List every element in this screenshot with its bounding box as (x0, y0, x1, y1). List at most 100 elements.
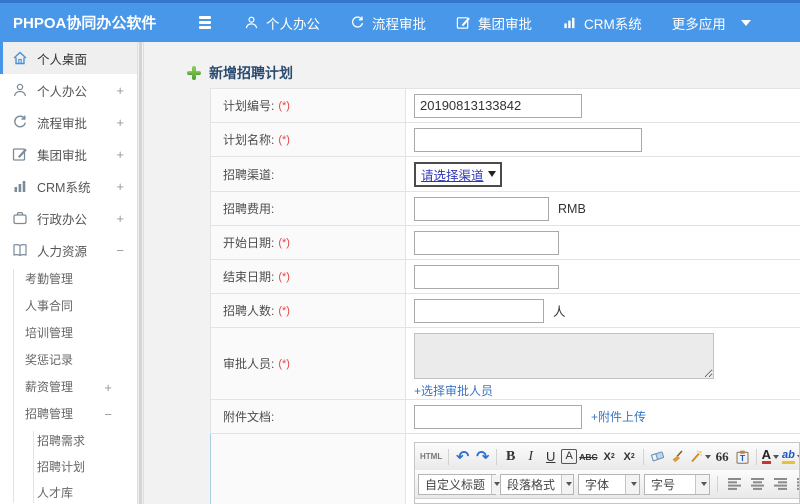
blockquote-button[interactable]: 66 (713, 447, 732, 467)
collapse-icon[interactable]: − (116, 243, 124, 258)
cost-input[interactable] (414, 196, 549, 221)
field-label: 开始日期: (223, 236, 275, 250)
sidebar-item-label: 集团审批 (37, 148, 88, 163)
sidebar-item-group-approval[interactable]: 集团审批 + (0, 138, 137, 170)
form-row-start-date: 开始日期: (*) (211, 226, 800, 260)
sidebar-item-attendance[interactable]: 考勤管理 (0, 266, 137, 293)
plan-name-input[interactable] (414, 127, 642, 152)
form-row-editor: HTML ↶ ↷ B I U A ABC X2 X2 66 T A ab 自定义… (210, 434, 800, 504)
attachment-input[interactable] (414, 404, 582, 429)
field-label: 招聘人数: (223, 304, 275, 318)
attachment-upload-link[interactable]: +附件上传 (591, 408, 646, 425)
form-row-headcount: 招聘人数: (*) 人 (211, 294, 800, 328)
sidebar-item-workflow-approval[interactable]: 流程审批 + (0, 106, 137, 138)
sidebar-item-desktop[interactable]: 个人桌面 (0, 42, 137, 74)
editor-content[interactable] (415, 498, 799, 503)
expand-icon[interactable]: + (116, 179, 124, 194)
user-icon (245, 16, 258, 29)
recruitment-plan-form: 计划编号:(*) 计划名称:(*) 招聘渠道: 请选择渠道 招聘费用: RMB … (210, 88, 800, 504)
caret-down-icon (740, 19, 751, 26)
caret-down-icon (704, 454, 711, 459)
expand-icon[interactable]: + (116, 83, 124, 98)
end-date-input[interactable] (414, 264, 559, 289)
subscript-button[interactable]: X2 (620, 447, 639, 467)
sidebar-scrollbar[interactable] (137, 42, 144, 504)
sidebar-item-label: 人事合同 (25, 299, 74, 313)
font-family-select[interactable]: 字体 (578, 473, 640, 495)
align-left-icon[interactable] (725, 474, 744, 494)
sidebar-item-salary[interactable]: 薪资管理 + (0, 374, 137, 401)
svg-text:T: T (740, 453, 746, 463)
nav-group-approval[interactable]: 集团审批 (456, 13, 532, 33)
source-code-button[interactable]: HTML (418, 447, 444, 467)
start-date-input[interactable] (414, 230, 559, 255)
sidebar-item-admin-office[interactable]: 行政办公 + (0, 202, 137, 234)
caret-down-icon (487, 171, 496, 177)
field-label: 计划名称: (223, 133, 275, 147)
sidebar-item-rewards[interactable]: 奖惩记录 (0, 347, 137, 374)
align-justify-icon[interactable] (794, 474, 799, 494)
sidebar-item-training[interactable]: 培训管理 (0, 320, 137, 347)
underline-button[interactable]: U (541, 447, 560, 467)
sidebar-item-recruit-plan[interactable]: 招聘计划 (0, 454, 137, 480)
sidebar-item-label: 奖惩记录 (25, 353, 74, 367)
sidebar-item-recruitment[interactable]: 招聘管理 − (0, 401, 137, 428)
paste-text-icon[interactable]: T (733, 447, 752, 467)
nav-label: 个人办公 (266, 16, 320, 32)
content-area: 新增招聘计划 计划编号:(*) 计划名称:(*) 招聘渠道: 请选择渠道 招聘费… (144, 42, 800, 504)
field-label: 招聘渠道: (223, 167, 275, 182)
italic-button[interactable]: I (521, 447, 540, 467)
nav-crm[interactable]: CRM系统 (562, 13, 642, 33)
required-mark: (*) (278, 236, 290, 249)
headcount-input[interactable] (414, 298, 544, 323)
highlight-color-button[interactable]: ab (781, 447, 799, 467)
align-right-icon[interactable] (771, 474, 790, 494)
nav-label: CRM系统 (584, 16, 642, 32)
sidebar-item-label: 招聘计划 (37, 460, 86, 474)
expand-icon[interactable]: + (104, 374, 112, 401)
expand-icon[interactable]: + (116, 115, 124, 130)
expand-icon[interactable]: + (116, 147, 124, 162)
redo-icon[interactable]: ↷ (473, 447, 492, 467)
edit-icon (456, 17, 470, 29)
align-center-icon[interactable] (748, 474, 767, 494)
superscript-button[interactable]: X2 (600, 447, 619, 467)
caret-down-icon (700, 482, 707, 486)
sidebar-item-recruit-demand[interactable]: 招聘需求 (0, 428, 137, 454)
scrollbar-thumb[interactable] (139, 42, 142, 504)
paragraph-format-select[interactable]: 段落格式 (500, 473, 574, 495)
channel-select[interactable]: 请选择渠道 (414, 161, 502, 187)
caret-down-icon (630, 482, 637, 486)
undo-icon[interactable]: ↶ (453, 447, 472, 467)
nav-personal-office[interactable]: 个人办公 (244, 13, 320, 33)
recruitment-submenu: 招聘需求 招聘计划 人才库 (0, 428, 137, 504)
form-row-plan-name: 计划名称: (*) (211, 123, 800, 157)
collapse-icon[interactable]: − (104, 401, 112, 428)
font-size-select[interactable]: 字号 (644, 473, 710, 495)
approver-textarea[interactable] (414, 333, 714, 379)
sidebar-item-hr[interactable]: 人力资源 − (0, 234, 137, 266)
custom-heading-select[interactable]: 自定义标题 (418, 473, 501, 495)
eraser-icon[interactable] (648, 447, 667, 467)
nav-more-apps[interactable]: 更多应用 (672, 13, 751, 33)
chart-icon (11, 177, 29, 195)
sidebar-item-personal-office[interactable]: 个人办公 + (0, 74, 137, 106)
sidebar-item-label: 流程审批 (37, 116, 88, 131)
sidebar-item-crm[interactable]: CRM系统 + (0, 170, 137, 202)
menu-icon[interactable] (196, 16, 214, 29)
expand-icon[interactable]: + (116, 211, 124, 226)
sidebar-item-talent-pool[interactable]: 人才库 (0, 480, 137, 504)
form-row-end-date: 结束日期: (*) (211, 260, 800, 294)
font-color-button[interactable]: A (761, 447, 780, 467)
sidebar-item-contracts[interactable]: 人事合同 (0, 293, 137, 320)
strikethrough-button[interactable]: ABC (578, 447, 598, 467)
choose-approver-link[interactable]: +选择审批人员 (414, 382, 493, 399)
nav-workflow-approval[interactable]: 流程审批 (350, 13, 426, 33)
font-size-button[interactable]: A (561, 449, 578, 464)
clean-format-icon[interactable] (668, 447, 687, 467)
bold-button[interactable]: B (501, 447, 520, 467)
magic-format-icon[interactable] (688, 447, 712, 467)
plan-number-input[interactable] (414, 93, 582, 118)
caret-down-icon (773, 454, 780, 459)
sidebar: 个人桌面 个人办公 + 流程审批 + 集团审批 + CRM系统 + 行政办公 +… (0, 42, 137, 504)
